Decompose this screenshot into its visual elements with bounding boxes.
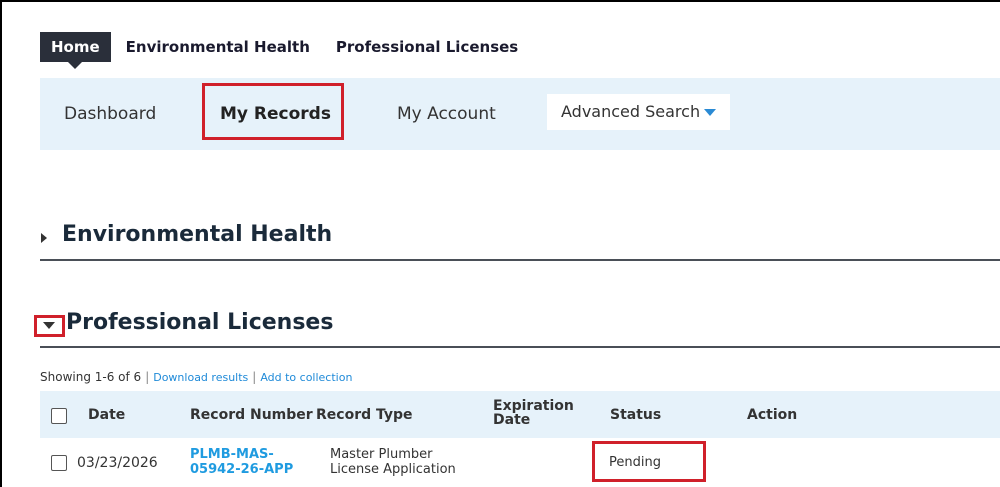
download-results-link[interactable]: Download results [153,371,248,384]
nav-my-account[interactable]: My Account [397,78,496,150]
highlight-expand-arrow [34,315,65,337]
col-expiration-line2: Date [493,412,531,428]
section-professional-licenses[interactable]: Professional Licenses [66,310,333,335]
sub-navigation: Dashboard My Records My Account Advanced… [40,78,1000,150]
results-summary: Showing 1-6 of 6 | Download results | Add to… [40,370,352,384]
separator: | [252,370,257,384]
advanced-search-dropdown[interactable]: Advanced Search [547,94,730,130]
tab-environmental-health[interactable]: Environmental Health [115,32,321,62]
record-number-link[interactable]: PLMB-MAS- 05942-26-APP [190,447,293,477]
advanced-search-label: Advanced Search [561,102,701,121]
window-top-border [0,0,1000,2]
chevron-down-icon [704,109,717,116]
table-header: Date Record Number Record Type Expiratio… [40,391,1000,438]
col-record-number[interactable]: Record Number [190,407,313,423]
row-record-type: Master Plumber License Application [330,447,456,477]
col-date[interactable]: Date [88,407,125,423]
collapse-arrow-icon[interactable] [41,233,47,243]
col-action: Action [747,407,798,423]
record-type-line2: License Application [330,462,456,477]
separator: | [145,370,150,384]
record-type-line1: Master Plumber [330,447,433,462]
section-divider [40,346,1000,348]
add-to-collection-link[interactable]: Add to collection [260,371,352,384]
top-navigation: Home Environmental Health Professional L… [40,32,529,69]
highlight-status [592,441,706,482]
row-date: 03/23/2026 [77,455,158,471]
nav-dashboard[interactable]: Dashboard [64,78,156,150]
section-environmental-health[interactable]: Environmental Health [62,222,332,247]
record-number-line2: 05942-26-APP [190,462,294,477]
record-number-line1: PLMB-MAS- [190,447,274,462]
col-status[interactable]: Status [610,407,661,423]
col-expiration-line1: Expiration [493,398,574,414]
window-left-border [0,0,2,487]
section-divider [40,259,1000,261]
tab-professional-licenses[interactable]: Professional Licenses [325,32,529,62]
highlight-my-records [202,83,344,140]
select-all-checkbox[interactable] [51,408,67,424]
tab-home[interactable]: Home [40,32,111,69]
row-checkbox[interactable] [51,455,67,471]
col-expiration-date[interactable]: Expiration Date [493,399,574,427]
results-count: Showing 1-6 of 6 [40,370,142,384]
col-record-type[interactable]: Record Type [316,407,413,423]
